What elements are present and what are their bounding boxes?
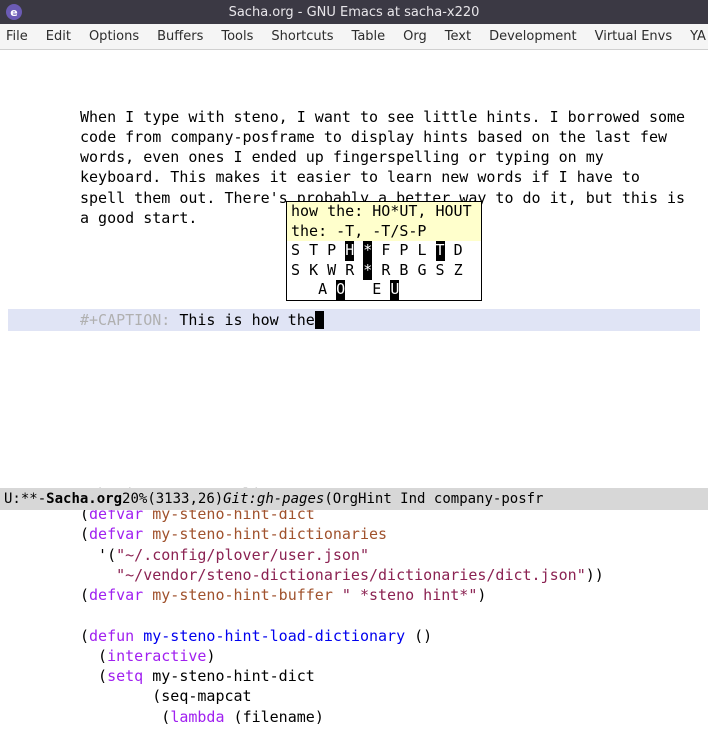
menu-text[interactable]: Text <box>445 29 471 44</box>
modeline-modes: (OrgHint Ind company-posfr <box>324 491 543 507</box>
caption-line[interactable]: #+CAPTION: This is how the <box>8 309 700 331</box>
menu-ya[interactable]: YA <box>690 29 706 44</box>
menu-options[interactable]: Options <box>89 29 139 44</box>
steno-hint-popup: how the: HO*UT, HOUT the: -T, -T/S-P S T… <box>286 201 482 301</box>
window-title: Sacha.org - GNU Emacs at sacha-x220 <box>6 5 702 20</box>
arg-name: filename <box>243 708 315 726</box>
menu-development[interactable]: Development <box>489 29 577 44</box>
menu-edit[interactable]: Edit <box>46 29 71 44</box>
menu-table[interactable]: Table <box>352 29 386 44</box>
string-lit: "~/vendor/steno-dictionaries/dictionarie… <box>116 566 586 584</box>
defun-kw: defun <box>89 627 134 645</box>
hint-grid-row-1: S T P H * F P L T D <box>287 241 481 261</box>
var-name: my-steno-hint-dictionaries <box>152 525 387 543</box>
menubar: File Edit Options Buffers Tools Shortcut… <box>0 24 708 50</box>
hint-row-2: the: -T, -T/S-P <box>287 222 481 242</box>
text-cursor <box>315 311 324 329</box>
modeline-status: U:**- <box>4 491 46 507</box>
fn-name: my-steno-hint-load-dictionary <box>143 627 405 645</box>
modeline-buffer: Sacha.org <box>46 491 122 507</box>
var-name: my-steno-hint-buffer <box>152 586 333 604</box>
menu-tools[interactable]: Tools <box>221 29 253 44</box>
hint-row-1: how the: HO*UT, HOUT <box>287 202 481 222</box>
menu-file[interactable]: File <box>6 29 28 44</box>
modeline[interactable]: U:**- Sacha.org 20% (3133,26) Git:gh-pag… <box>0 488 708 510</box>
menu-org[interactable]: Org <box>403 29 427 44</box>
lambda-kw: lambda <box>170 708 224 726</box>
modeline-percent: 20% <box>122 491 147 507</box>
menu-shortcuts[interactable]: Shortcuts <box>271 29 333 44</box>
caption-keyword: #+CAPTION: <box>80 310 170 330</box>
defvar-kw: defvar <box>89 586 143 604</box>
editor-area[interactable]: When I type with steno, I want to see li… <box>0 50 708 747</box>
string-lit: "~/.config/plover/user.json" <box>116 546 369 564</box>
hint-grid-row-3: A O E U <box>287 280 481 300</box>
menu-virtual-envs[interactable]: Virtual Envs <box>595 29 673 44</box>
menu-buffers[interactable]: Buffers <box>157 29 203 44</box>
defvar-kw: defvar <box>89 525 143 543</box>
caption-text: This is how the <box>170 310 315 330</box>
modeline-position: (3133,26) <box>147 491 223 507</box>
titlebar: e Sacha.org - GNU Emacs at sacha-x220 <box>0 0 708 24</box>
modeline-vc: Git:gh-pages <box>223 491 324 507</box>
hint-grid-row-2: S K W R * R B G S Z <box>287 261 481 281</box>
fn-call: seq-mapcat <box>161 687 251 705</box>
setq-kw: setq <box>107 667 143 685</box>
interactive-kw: interactive <box>107 647 206 665</box>
string-lit: " *steno hint*" <box>342 586 477 604</box>
